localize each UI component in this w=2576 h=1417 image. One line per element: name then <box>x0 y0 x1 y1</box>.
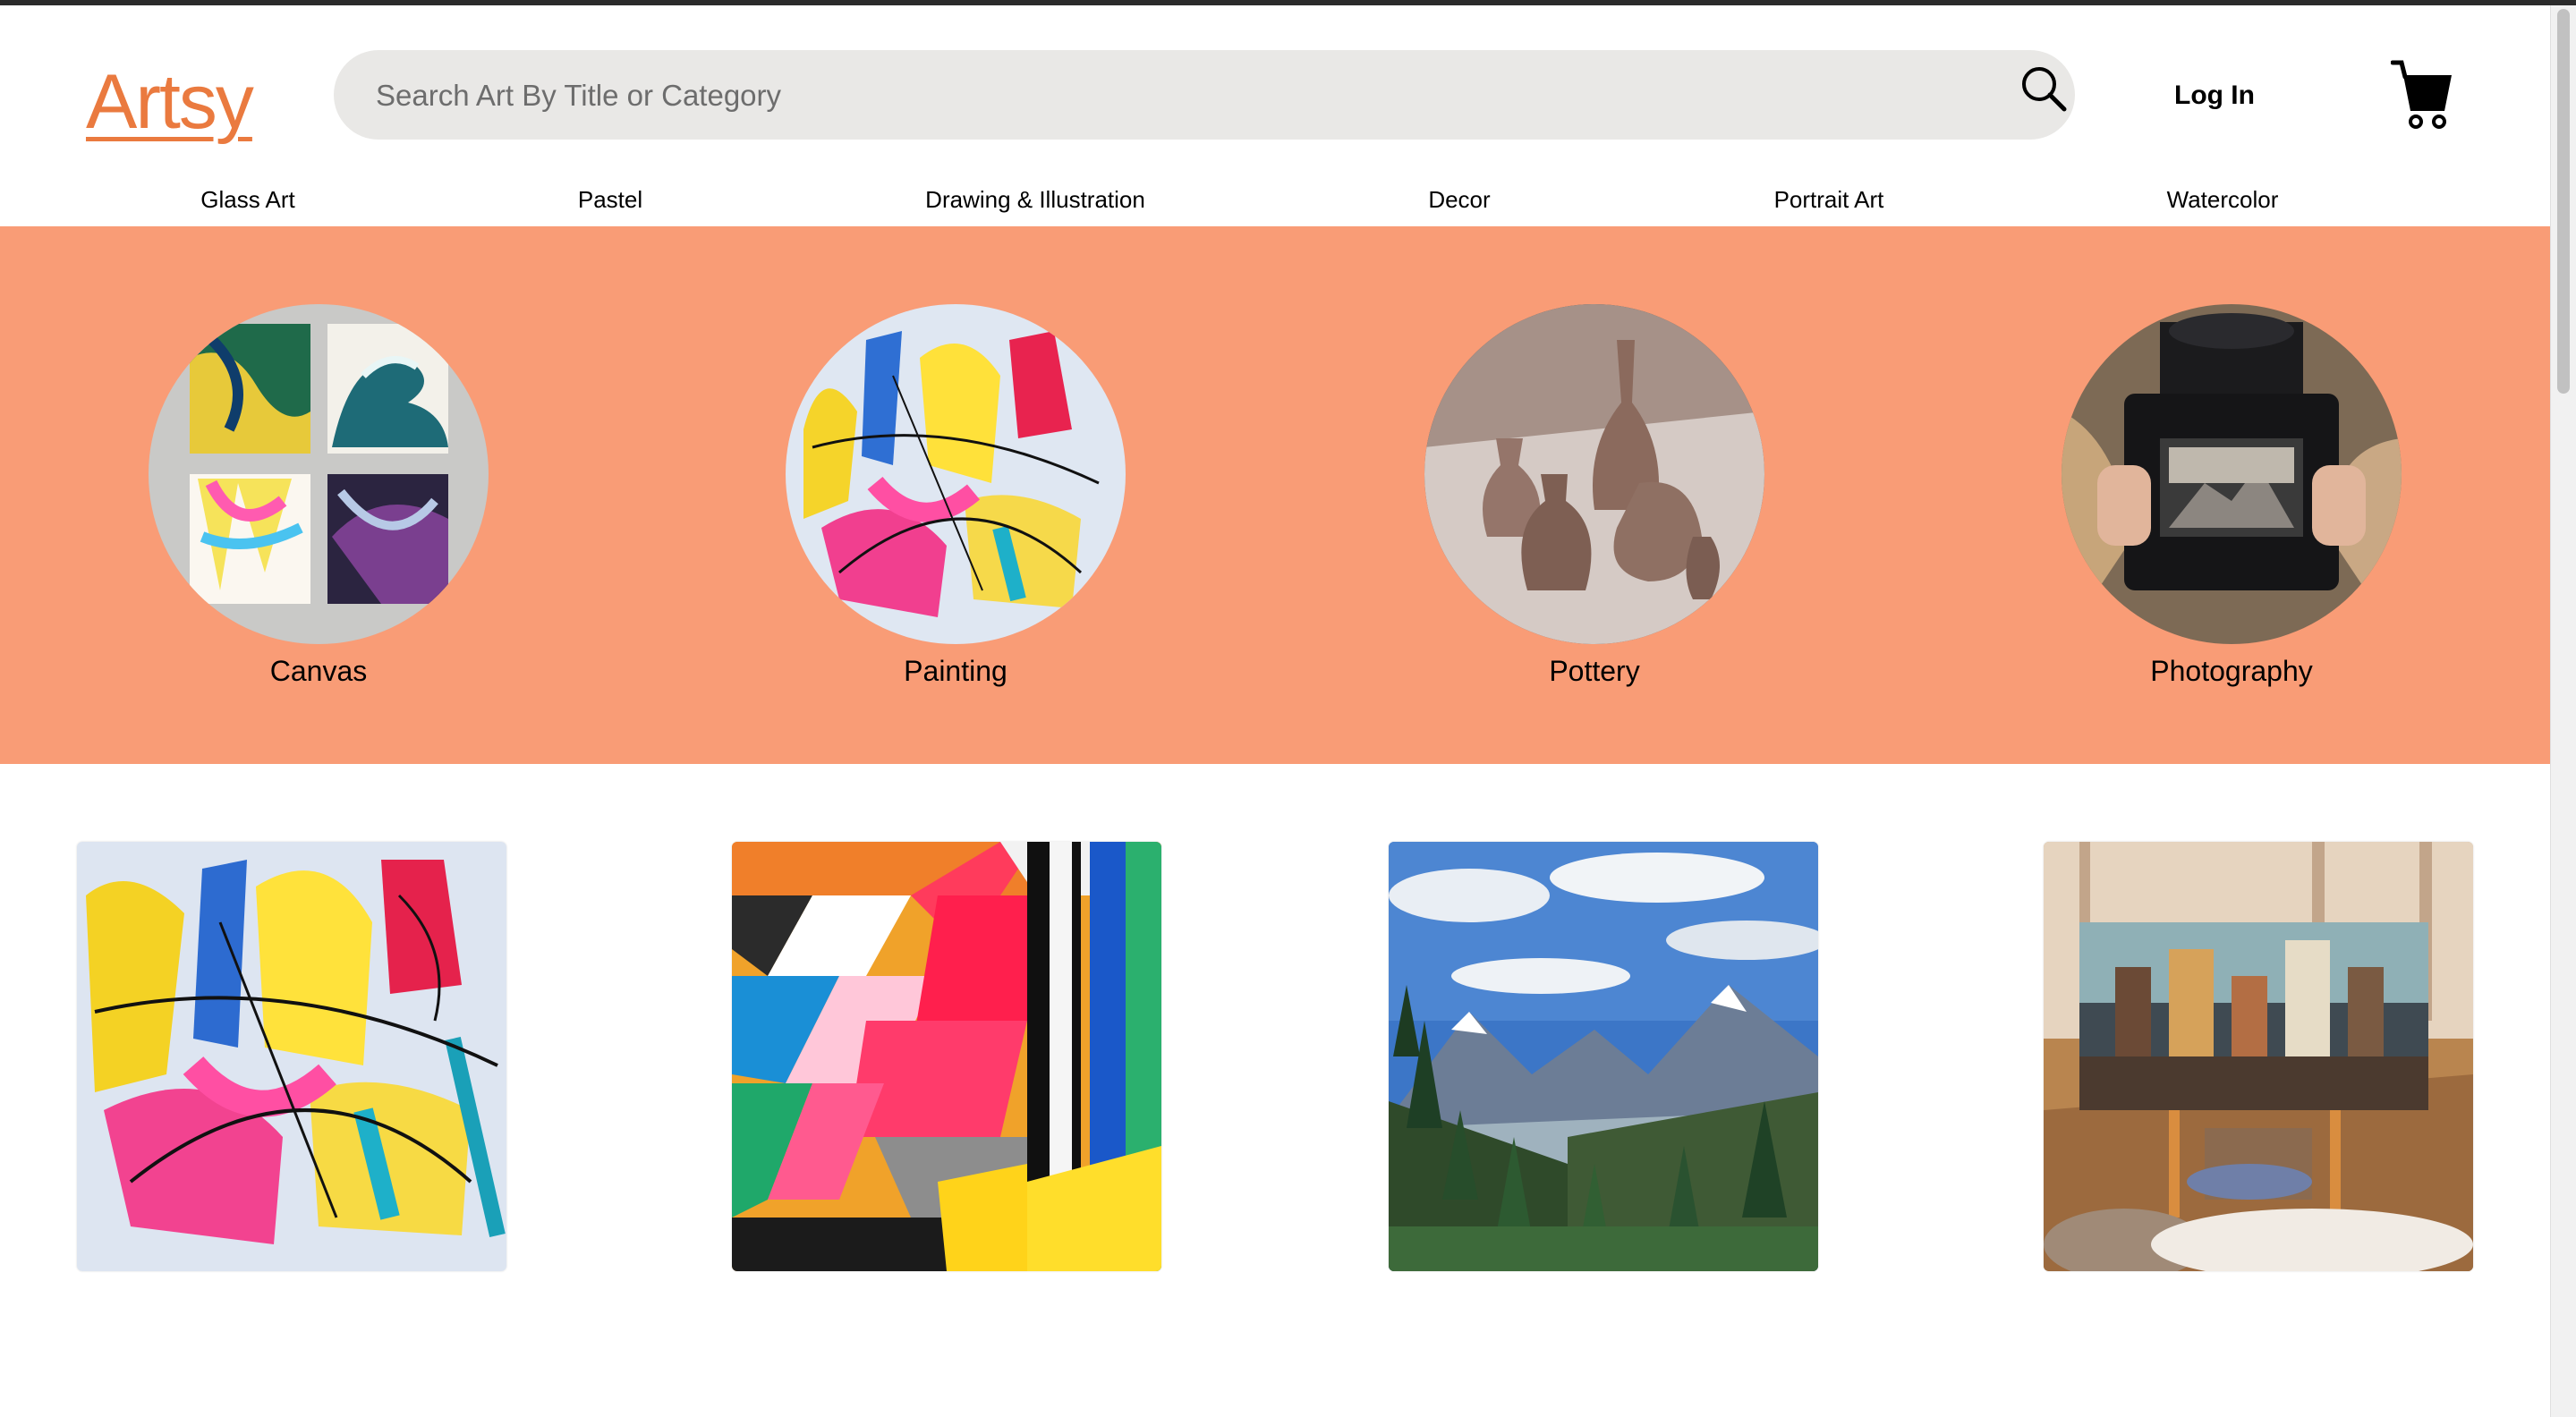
canvas-image <box>149 304 489 644</box>
search-input[interactable] <box>374 50 1970 141</box>
category-label: Photography <box>2150 655 2313 687</box>
shopping-cart-icon[interactable] <box>2391 59 2455 131</box>
page: Artsy Log In Glass Art Pastel Drawing & … <box>0 5 2550 1417</box>
artwork-card[interactable] <box>2044 842 2473 1271</box>
login-link[interactable]: Log In <box>2174 81 2255 111</box>
nav-item-drawing-illustration[interactable]: Drawing & Illustration <box>925 186 1145 214</box>
artwork-card[interactable] <box>1389 842 1818 1271</box>
abstract-paint-image <box>77 842 506 1271</box>
nav-item-pastel[interactable]: Pastel <box>578 186 642 214</box>
photography-image <box>2062 304 2402 644</box>
category-painting[interactable]: Painting <box>786 304 1126 688</box>
category-pottery[interactable]: Pottery <box>1424 304 1764 688</box>
painting-image <box>786 304 1126 644</box>
artwork-card[interactable] <box>732 842 1161 1271</box>
search-icon[interactable] <box>2018 63 2071 116</box>
artwork-card[interactable] <box>77 842 506 1271</box>
category-band: Canvas Painting Pottery Photography <box>0 226 2550 764</box>
page-scrollbar[interactable] <box>2550 5 2576 1417</box>
category-label: Painting <box>904 655 1007 687</box>
easel-painting-image <box>2044 842 2473 1271</box>
nav-item-watercolor[interactable]: Watercolor <box>2167 186 2279 214</box>
nav-item-glass-art[interactable]: Glass Art <box>200 186 294 214</box>
category-nav: Glass Art Pastel Drawing & Illustration … <box>0 175 2550 230</box>
nav-item-portrait-art[interactable]: Portrait Art <box>1774 186 1884 214</box>
category-label: Pottery <box>1549 655 1640 687</box>
logo[interactable]: Artsy <box>86 57 254 147</box>
geometric-mural-image <box>732 842 1161 1271</box>
category-canvas[interactable]: Canvas <box>149 304 489 688</box>
category-photography[interactable]: Photography <box>2062 304 2402 688</box>
mountain-landscape-image <box>1389 842 1818 1271</box>
search-bar[interactable] <box>334 50 2075 141</box>
nav-item-decor[interactable]: Decor <box>1428 186 1490 214</box>
pottery-image <box>1424 304 1764 644</box>
category-label: Canvas <box>269 655 368 687</box>
scrollbar-thumb[interactable] <box>2557 9 2570 394</box>
